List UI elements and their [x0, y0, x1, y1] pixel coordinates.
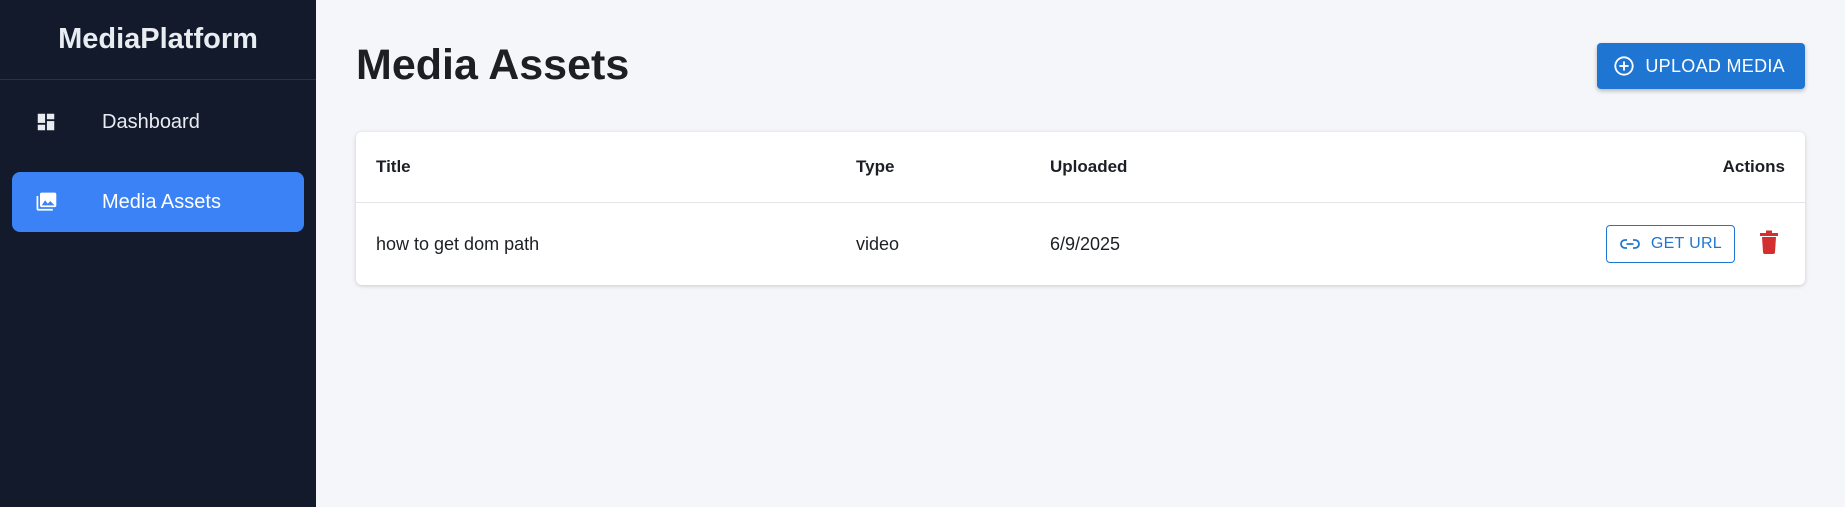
delete-button[interactable]	[1753, 228, 1785, 260]
brand-logo: MediaPlatform	[0, 0, 316, 80]
row-actions: GET URL	[1605, 225, 1785, 263]
cell-uploaded: 6/9/2025	[1050, 233, 1121, 254]
media-table: Title Type Uploaded Actions how to get d…	[356, 132, 1805, 285]
column-header-actions: Actions	[1300, 132, 1805, 203]
link-icon	[1619, 233, 1641, 255]
add-circle-icon	[1613, 55, 1635, 77]
sidebar-item-dashboard[interactable]: Dashboard	[12, 92, 304, 152]
trash-icon	[1759, 230, 1779, 259]
sidebar-item-label: Dashboard	[102, 110, 200, 133]
table-row: how to get dom path video 6/9/2025 GET U…	[356, 203, 1805, 286]
column-header-title: Title	[356, 132, 836, 203]
cell-actions: GET URL	[1300, 203, 1805, 286]
dashboard-icon	[34, 110, 58, 134]
cell-type: video	[856, 233, 900, 254]
sidebar-nav: Dashboard Media Assets	[0, 92, 316, 232]
page-title: Media Assets	[356, 40, 630, 89]
get-url-button[interactable]: GET URL	[1605, 225, 1735, 263]
column-header-uploaded: Uploaded	[1030, 132, 1301, 203]
sidebar-item-label: Media Assets	[102, 190, 221, 213]
page-header: Media Assets UPLOAD MEDIA	[356, 0, 1805, 132]
photo-library-icon	[34, 190, 58, 214]
sidebar: MediaPlatform Dashboard Media Assets	[0, 0, 316, 507]
upload-media-button[interactable]: UPLOAD MEDIA	[1597, 43, 1805, 89]
media-table-card: Title Type Uploaded Actions how to get d…	[356, 132, 1805, 285]
upload-media-label: UPLOAD MEDIA	[1645, 55, 1785, 76]
cell-title: how to get dom path	[376, 233, 540, 254]
main-content: Media Assets UPLOAD MEDIA Title Type Upl…	[316, 0, 1845, 507]
table-header-row: Title Type Uploaded Actions	[356, 132, 1805, 203]
get-url-label: GET URL	[1650, 235, 1722, 252]
app-root: MediaPlatform Dashboard Media Assets Med…	[0, 0, 1845, 507]
column-header-type: Type	[836, 132, 1030, 203]
sidebar-item-media-assets[interactable]: Media Assets	[12, 172, 304, 232]
